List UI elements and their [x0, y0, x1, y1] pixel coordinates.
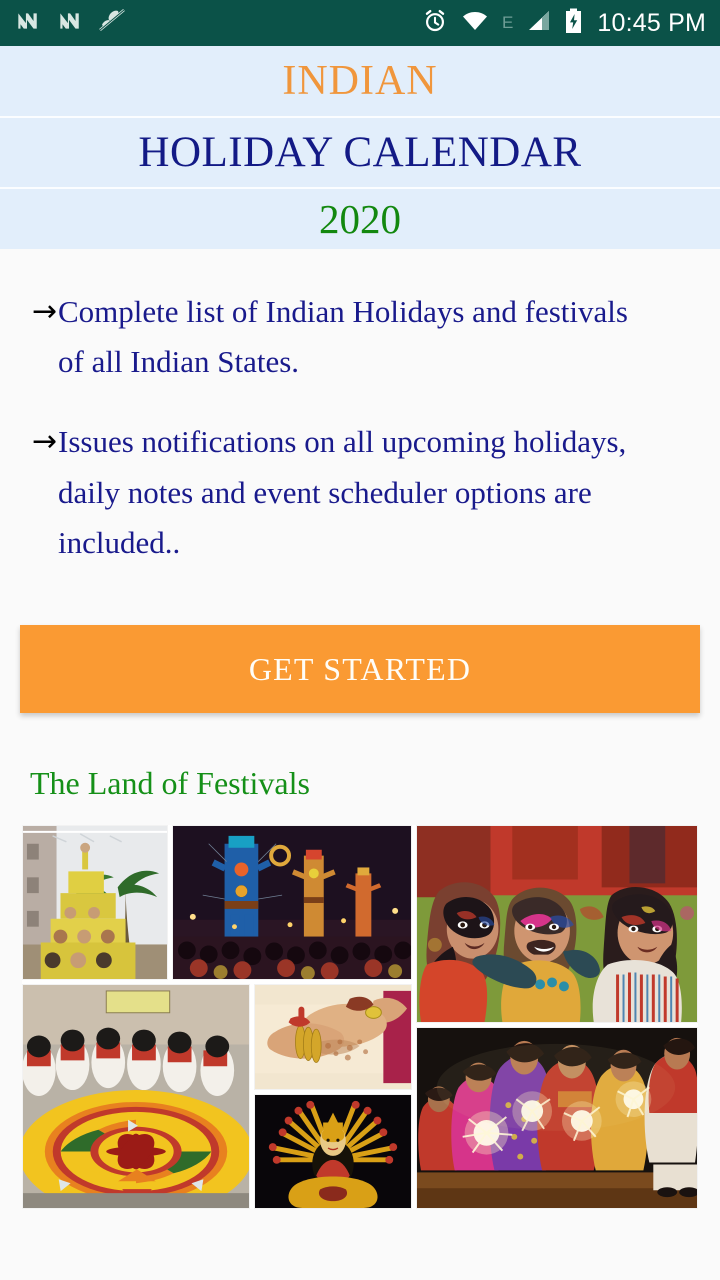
collage-top-row [22, 825, 412, 981]
photo-durga-idol [254, 1094, 412, 1210]
app-header: INDIAN HOLIDAY CALENDAR 2020 [0, 46, 720, 249]
collage-bottom-row [22, 984, 412, 1210]
clock-time: 10:45 PM [597, 8, 706, 37]
photo-raksha-bandhan [254, 984, 412, 1091]
alarm-icon [422, 8, 448, 39]
feature-item: → Issues notifications on all upcoming h… [0, 417, 700, 568]
battery-charging-icon [565, 8, 582, 39]
silent-mode-icon [98, 8, 126, 39]
photo-holi [416, 825, 698, 1024]
header-title-year: 2020 [319, 195, 401, 242]
gallery-section-title: The Land of Festivals [30, 765, 310, 802]
status-bar-left-icons [14, 8, 126, 39]
arrow-right-icon: → [32, 294, 58, 329]
notification-n-icon-2 [56, 8, 82, 39]
header-title-holiday-calendar: HOLIDAY CALENDAR [138, 129, 582, 176]
header-title-indian: INDIAN [282, 58, 438, 104]
header-band-indian: INDIAN [0, 46, 720, 116]
status-bar: E 10:45 PM [0, 0, 720, 46]
photo-diwali [416, 1027, 698, 1210]
header-band-holiday-calendar: HOLIDAY CALENDAR [0, 116, 720, 187]
feature-item: → Complete list of Indian Holidays and f… [0, 287, 700, 387]
feature-item-text: Issues notifications on all upcoming hol… [58, 424, 627, 560]
collage-right-column [416, 825, 698, 1210]
main-content: → Complete list of Indian Holidays and f… [0, 249, 720, 1210]
festival-photo-collage [22, 825, 698, 1210]
photo-onam-pookalam [22, 984, 250, 1210]
collage-left-column [22, 825, 412, 1210]
feature-item-text: Complete list of Indian Holidays and fes… [58, 294, 628, 380]
get-started-button[interactable]: GET STARTED [20, 625, 700, 714]
photo-dahi-handi [22, 825, 168, 981]
status-bar-right-icons: E 10:45 PM [422, 8, 706, 39]
network-type-label: E [502, 12, 514, 32]
notification-n-icon-1 [14, 8, 40, 39]
feature-list: → Complete list of Indian Holidays and f… [0, 287, 720, 568]
arrow-right-icon: → [32, 424, 58, 460]
cta-container: GET STARTED [0, 598, 720, 714]
collage-middle-column [254, 984, 412, 1210]
photo-dussehra [172, 825, 412, 981]
wifi-icon [461, 9, 489, 38]
header-band-year: 2020 [0, 187, 720, 249]
signal-bars-icon [526, 9, 552, 38]
